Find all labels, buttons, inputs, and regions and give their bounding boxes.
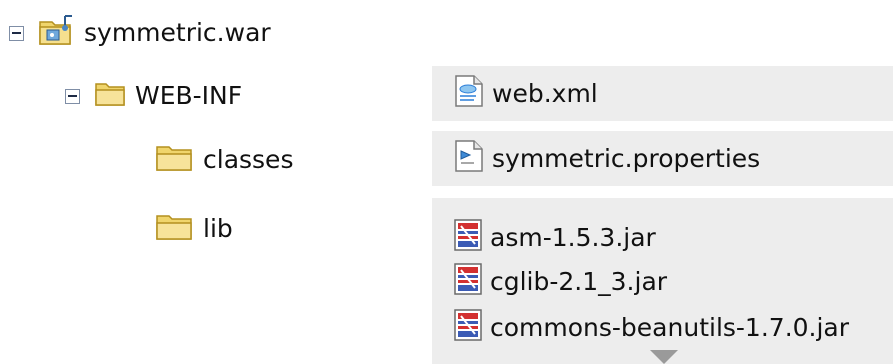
properties-file-icon [452, 139, 486, 179]
tree-node-lib[interactable]: lib [155, 209, 233, 249]
collapse-toggle-web-inf[interactable] [65, 88, 80, 104]
war-archive-icon [38, 13, 76, 53]
file-label: web.xml [492, 79, 598, 108]
xml-file-icon [452, 74, 486, 114]
more-items-arrow-icon[interactable] [650, 350, 678, 364]
file-item-cglib-jar[interactable]: cglib-2.1_3.jar [452, 262, 668, 302]
file-label: asm-1.5.3.jar [490, 223, 656, 252]
file-item-web-xml[interactable]: web.xml [452, 74, 598, 114]
tree-node-classes[interactable]: classes [155, 140, 293, 180]
tree-label-root: symmetric.war [84, 18, 271, 47]
file-label: commons-beanutils-1.7.0.jar [490, 313, 850, 342]
tree-node-symmetric-war[interactable]: symmetric.war [9, 13, 271, 53]
folder-icon [155, 141, 195, 179]
folder-icon [94, 78, 128, 114]
file-label: cglib-2.1_3.jar [490, 267, 668, 296]
file-item-asm-jar[interactable]: asm-1.5.3.jar [452, 218, 656, 258]
file-item-commons-beanutils-jar[interactable]: commons-beanutils-1.7.0.jar [452, 308, 850, 348]
tree-label-classes: classes [203, 145, 294, 174]
tree-label-web-inf: WEB-INF [135, 81, 243, 110]
jar-file-icon [452, 218, 484, 258]
jar-file-icon [452, 308, 484, 348]
tree-node-web-inf[interactable]: WEB-INF [65, 76, 242, 116]
collapse-toggle-root[interactable] [9, 25, 24, 41]
jar-file-icon [452, 262, 484, 302]
file-label: symmetric.properties [492, 144, 761, 173]
file-item-symmetric-properties[interactable]: symmetric.properties [452, 139, 761, 179]
folder-icon [155, 210, 195, 248]
tree-label-lib: lib [203, 214, 233, 243]
